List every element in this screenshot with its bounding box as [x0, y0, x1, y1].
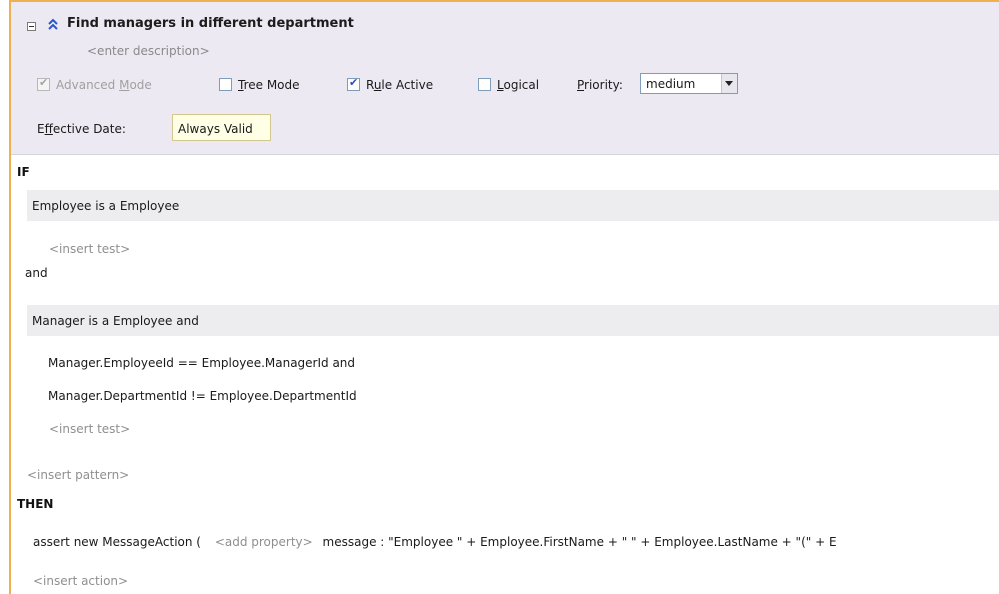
tree-mode-label: Tree Mode	[238, 78, 300, 92]
priority-label: Priority:	[577, 78, 623, 92]
effective-date-field[interactable]: Always Valid	[172, 114, 271, 141]
effective-date-label: Effective Date:	[37, 122, 126, 136]
collapse-toggle[interactable]	[27, 22, 36, 31]
priority-value: medium	[646, 77, 696, 91]
pattern-manager[interactable]: Manager is a Employee and	[27, 305, 999, 336]
logical-checkbox[interactable]	[478, 78, 491, 91]
insert-action-link[interactable]: <insert action>	[33, 574, 128, 588]
action-prefix: assert new MessageAction (	[33, 535, 201, 549]
pattern-header: Employee is a Employee	[32, 199, 180, 213]
then-keyword: THEN	[17, 497, 54, 511]
dropdown-arrow-icon[interactable]	[721, 74, 737, 93]
description-field[interactable]: <enter description>	[87, 44, 210, 58]
logical-label: Logical	[497, 78, 540, 92]
action-message: message : "Employee " + Employee.FirstNa…	[322, 535, 837, 549]
insert-pattern-link[interactable]: <insert pattern>	[27, 468, 129, 482]
insert-test-link[interactable]: <insert test>	[49, 422, 130, 436]
double-chevron-up-icon[interactable]	[46, 17, 60, 33]
rule-active-label: Rule Active	[366, 78, 434, 92]
tree-mode-checkbox[interactable]	[219, 78, 232, 91]
test-condition[interactable]: Manager.DepartmentId != Employee.Departm…	[48, 389, 357, 403]
priority-select[interactable]: medium	[640, 73, 738, 94]
pattern-employee[interactable]: Employee is a Employee	[27, 190, 999, 221]
add-property-link[interactable]: <add property>	[215, 535, 313, 549]
rule-active-checkbox[interactable]	[347, 76, 360, 91]
advanced-mode-label: Advanced Mode	[56, 78, 152, 92]
action-row[interactable]: assert new MessageAction ( <add property…	[33, 535, 837, 549]
pattern-header: Manager is a Employee and	[32, 314, 199, 328]
insert-test-link[interactable]: <insert test>	[49, 242, 130, 256]
effective-date-value: Always Valid	[178, 122, 253, 136]
rule-editor: Find managers in different department <e…	[9, 0, 999, 594]
and-connector[interactable]: and	[25, 266, 48, 280]
test-condition[interactable]: Manager.EmployeeId == Employee.ManagerId…	[48, 356, 355, 370]
advanced-mode-checkbox[interactable]	[37, 76, 50, 91]
rule-title[interactable]: Find managers in different department	[67, 16, 354, 31]
rule-header: Find managers in different department <e…	[11, 2, 999, 155]
if-keyword: IF	[17, 165, 30, 179]
